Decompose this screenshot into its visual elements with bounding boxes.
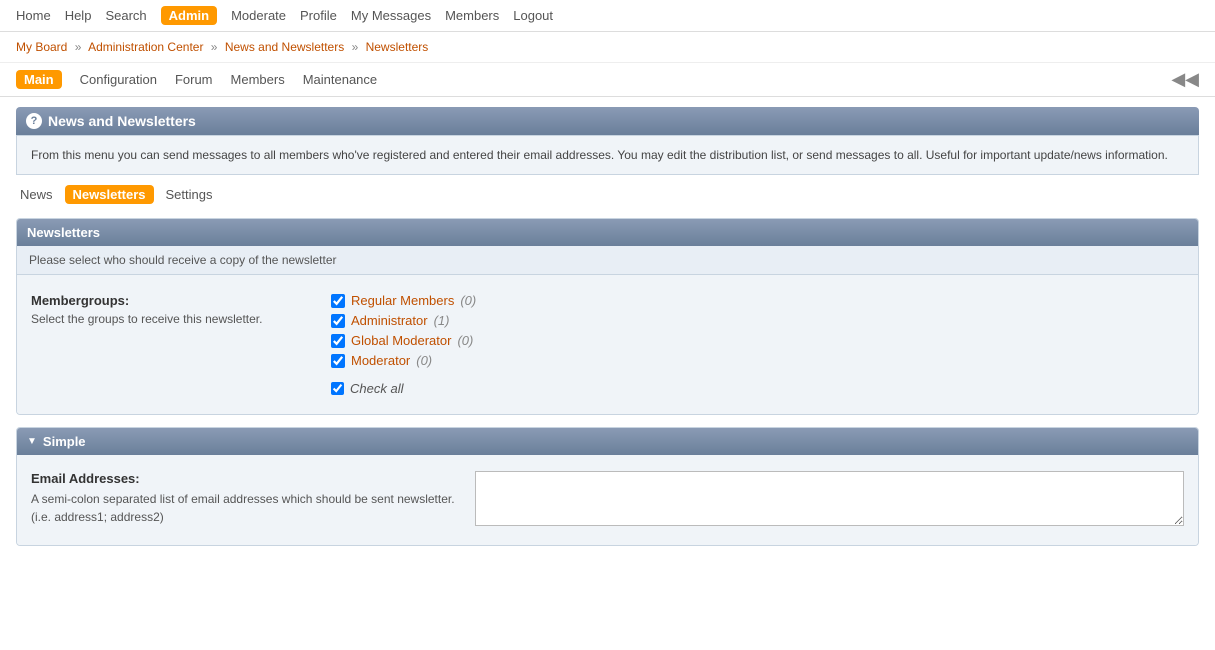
group-name-global-mod: Global Moderator xyxy=(351,333,451,348)
arrow-down-icon: ▼ xyxy=(27,436,37,447)
sub-navigation: Main Configuration Forum Members Mainten… xyxy=(0,63,1215,97)
membergroups-desc: Select the groups to receive this newsle… xyxy=(31,312,311,326)
group-moderator: Moderator (0) xyxy=(331,353,1184,368)
membergroups-area: Membergroups: Select the groups to recei… xyxy=(17,275,1198,414)
subnav-members[interactable]: Members xyxy=(231,72,285,87)
nav-logout[interactable]: Logout xyxy=(513,8,553,23)
simple-header: ▼ Simple xyxy=(17,428,1198,455)
simple-body: Email Addresses: A semi-colon separated … xyxy=(17,455,1198,545)
check-all-label: Check all xyxy=(350,381,403,396)
nav-my-messages[interactable]: My Messages xyxy=(351,8,431,23)
checkbox-moderator[interactable] xyxy=(331,354,345,368)
group-name-mod: Moderator xyxy=(351,353,410,368)
breadcrumb-myboard[interactable]: My Board xyxy=(16,40,67,54)
info-box: From this menu you can send messages to … xyxy=(16,135,1199,175)
subnav-main[interactable]: Main xyxy=(16,70,62,89)
group-count-global-mod: (0) xyxy=(457,333,473,348)
nav-members[interactable]: Members xyxy=(445,8,499,23)
simple-right xyxy=(475,471,1184,529)
nav-home[interactable]: Home xyxy=(16,8,51,23)
checkbox-administrator[interactable] xyxy=(331,314,345,328)
group-name-regular: Regular Members xyxy=(351,293,454,308)
group-name-admin: Administrator xyxy=(351,313,428,328)
back-icon[interactable]: ◀◀ xyxy=(1171,69,1199,90)
section-header: ? News and Newsletters xyxy=(16,107,1199,135)
tab-bar: News Newsletters Settings xyxy=(16,185,1199,204)
tab-news[interactable]: News xyxy=(16,185,57,204)
newsletters-subheader-text: Please select who should receive a copy … xyxy=(29,253,337,267)
nav-help[interactable]: Help xyxy=(65,8,92,23)
membergroups-label-area: Membergroups: Select the groups to recei… xyxy=(31,293,311,396)
membergroups-right: Regular Members (0) Administrator (1) Gl… xyxy=(331,293,1184,396)
simple-section: ▼ Simple Email Addresses: A semi-colon s… xyxy=(16,427,1199,546)
group-count-mod: (0) xyxy=(416,353,432,368)
breadcrumb-admin-center[interactable]: Administration Center xyxy=(88,40,203,54)
nav-search[interactable]: Search xyxy=(105,8,146,23)
membergroups-label: Membergroups: xyxy=(31,293,311,308)
tab-newsletters[interactable]: Newsletters xyxy=(65,185,154,204)
simple-left: Email Addresses: A semi-colon separated … xyxy=(31,471,455,529)
checkbox-regular-members[interactable] xyxy=(331,294,345,308)
group-regular-members: Regular Members (0) xyxy=(331,293,1184,308)
email-addresses-desc: A semi-colon separated list of email add… xyxy=(31,490,455,526)
email-addresses-input[interactable] xyxy=(475,471,1184,526)
group-count-regular: (0) xyxy=(460,293,476,308)
nav-profile[interactable]: Profile xyxy=(300,8,337,23)
question-icon: ? xyxy=(26,113,42,129)
group-global-moderator: Global Moderator (0) xyxy=(331,333,1184,348)
tab-settings[interactable]: Settings xyxy=(162,185,217,204)
newsletters-header: Newsletters xyxy=(17,219,1198,246)
newsletters-subheader: Please select who should receive a copy … xyxy=(17,246,1198,275)
top-navigation: Home Help Search Admin Moderate Profile … xyxy=(0,0,1215,32)
subnav-maintenance[interactable]: Maintenance xyxy=(303,72,377,87)
nav-moderate[interactable]: Moderate xyxy=(231,8,286,23)
simple-title: Simple xyxy=(43,434,86,449)
breadcrumb: My Board » Administration Center » News … xyxy=(0,32,1215,63)
nav-admin[interactable]: Admin xyxy=(161,6,217,25)
main-content: ? News and Newsletters From this menu yo… xyxy=(0,97,1215,568)
info-text: From this menu you can send messages to … xyxy=(31,148,1168,162)
subnav-forum[interactable]: Forum xyxy=(175,72,213,87)
subnav-configuration[interactable]: Configuration xyxy=(80,72,157,87)
checkbox-check-all[interactable] xyxy=(331,382,344,395)
check-all-row: Check all xyxy=(331,381,1184,396)
email-addresses-label: Email Addresses: xyxy=(31,471,455,486)
breadcrumb-news-newsletters[interactable]: News and Newsletters xyxy=(225,40,344,54)
group-administrator: Administrator (1) xyxy=(331,313,1184,328)
group-count-admin: (1) xyxy=(434,313,450,328)
checkbox-global-moderator[interactable] xyxy=(331,334,345,348)
section-title: News and Newsletters xyxy=(48,113,196,129)
newsletters-title: Newsletters xyxy=(27,225,100,240)
breadcrumb-newsletters[interactable]: Newsletters xyxy=(366,40,429,54)
newsletters-box: Newsletters Please select who should rec… xyxy=(16,218,1199,415)
